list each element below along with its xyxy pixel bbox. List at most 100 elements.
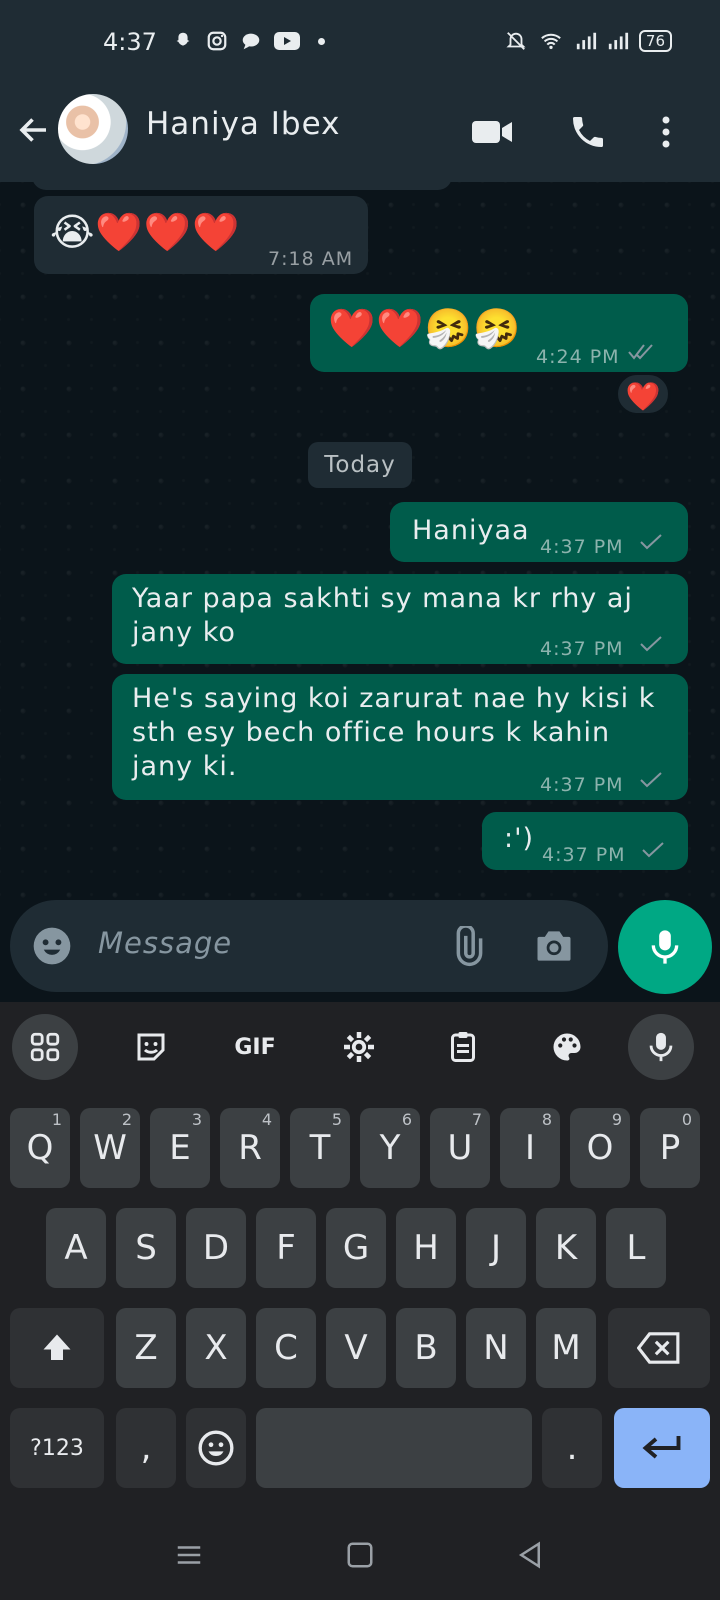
key-v[interactable]: V xyxy=(326,1308,386,1388)
period-key[interactable]: . xyxy=(542,1408,602,1488)
key-hint: 8 xyxy=(541,1110,552,1129)
shift-key[interactable] xyxy=(10,1308,104,1388)
key-hint: 5 xyxy=(331,1110,342,1129)
key-r[interactable]: R4 xyxy=(220,1108,280,1188)
emoji-key[interactable] xyxy=(186,1408,246,1488)
key-n[interactable]: N xyxy=(466,1308,526,1388)
key-o[interactable]: O9 xyxy=(570,1108,630,1188)
back-arrow-icon[interactable] xyxy=(16,112,52,148)
enter-icon xyxy=(642,1436,681,1459)
backspace-icon xyxy=(637,1332,680,1364)
chat-area[interactable]: 😭❤️❤️❤️ 7:18 AM ❤️❤️🤧🤧 4:24 PM ❤️ Today … xyxy=(0,182,720,900)
message-input[interactable]: Message xyxy=(98,926,232,960)
voice-message-button[interactable] xyxy=(618,900,712,994)
instagram-icon xyxy=(207,31,227,51)
gif-button[interactable]: GIF xyxy=(222,1014,288,1080)
voice-call-icon[interactable] xyxy=(566,112,610,152)
message-time: 4:37 PM xyxy=(540,774,624,796)
message-bubble-outgoing[interactable]: He's saying koi zarurat nae hy kisi k st… xyxy=(112,674,688,800)
message-bubble-incoming[interactable]: 😭❤️❤️❤️ 7:18 AM xyxy=(34,196,368,274)
wifi-icon xyxy=(541,33,561,50)
key-g[interactable]: G xyxy=(326,1208,386,1288)
signal-icon xyxy=(576,32,596,50)
key-y[interactable]: Y6 xyxy=(360,1108,420,1188)
nav-back-icon[interactable] xyxy=(515,1540,545,1570)
backspace-key[interactable] xyxy=(608,1308,710,1388)
battery-icon: 76 xyxy=(638,30,672,52)
key-b[interactable]: B xyxy=(396,1308,456,1388)
sent-tick-icon xyxy=(640,534,662,550)
comma-key[interactable]: , xyxy=(116,1408,176,1488)
key-hint: 7 xyxy=(471,1110,482,1129)
settings-button[interactable] xyxy=(326,1014,392,1080)
camera-icon[interactable] xyxy=(532,924,576,968)
sent-tick-icon xyxy=(642,842,664,858)
key-i[interactable]: I8 xyxy=(500,1108,560,1188)
theme-button[interactable] xyxy=(534,1014,600,1080)
key-m[interactable]: M xyxy=(536,1308,596,1388)
sent-tick-icon xyxy=(640,636,662,652)
key-label: O xyxy=(586,1128,614,1168)
key-hint: 3 xyxy=(191,1110,202,1129)
key-label: P xyxy=(659,1128,681,1168)
key-hint: 1 xyxy=(51,1110,62,1129)
message-bubble-outgoing[interactable]: ❤️❤️🤧🤧 4:24 PM xyxy=(310,294,688,372)
apps-grid-icon xyxy=(30,1032,60,1062)
message-text-line: Yaar papa sakhti sy mana kr rhy aj xyxy=(132,583,633,614)
signal-icon xyxy=(608,32,628,50)
apps-grid-button[interactable] xyxy=(12,1014,78,1080)
key-l[interactable]: L xyxy=(606,1208,666,1288)
key-label: W xyxy=(93,1128,127,1168)
status-time: 4:37 xyxy=(103,28,157,56)
key-e[interactable]: E3 xyxy=(150,1108,210,1188)
key-s[interactable]: S xyxy=(116,1208,176,1288)
more-options-icon[interactable] xyxy=(656,112,676,152)
enter-key[interactable] xyxy=(614,1408,710,1488)
key-u[interactable]: U7 xyxy=(430,1108,490,1188)
key-x[interactable]: X xyxy=(186,1308,246,1388)
message-bubble-outgoing[interactable]: :') 4:37 PM xyxy=(482,812,688,870)
key-hint: 6 xyxy=(401,1110,412,1129)
key-label: U xyxy=(447,1128,473,1168)
key-p[interactable]: P0 xyxy=(640,1108,700,1188)
nav-menu-icon[interactable] xyxy=(174,1540,204,1570)
message-composer[interactable]: Message xyxy=(10,900,608,992)
space-key[interactable] xyxy=(256,1408,532,1488)
sticker-button[interactable] xyxy=(118,1014,184,1080)
message-bubble-outgoing[interactable]: Yaar papa sakhti sy mana kr rhy aj jany … xyxy=(112,574,688,664)
key-f[interactable]: F xyxy=(256,1208,316,1288)
settings-icon xyxy=(344,1032,374,1062)
key-label: E xyxy=(169,1128,191,1168)
clipboard-button[interactable] xyxy=(430,1014,496,1080)
message-time: 4:37 PM xyxy=(540,638,624,660)
message-time: 4:37 PM xyxy=(542,844,626,866)
reaction-badge[interactable]: ❤️ xyxy=(615,372,671,416)
emoji-icon[interactable] xyxy=(30,924,74,968)
message-text: ❤️❤️🤧🤧 xyxy=(328,306,522,350)
video-call-icon[interactable] xyxy=(470,112,514,152)
attach-icon[interactable] xyxy=(446,926,488,968)
chat-header: Haniya Ibex xyxy=(0,90,720,182)
key-z[interactable]: Z xyxy=(116,1308,176,1388)
key-c[interactable]: C xyxy=(256,1308,316,1388)
message-time: 7:18 AM xyxy=(268,248,354,270)
message-bubble-outgoing[interactable]: Haniyaa 4:37 PM xyxy=(390,502,688,562)
key-t[interactable]: T5 xyxy=(290,1108,350,1188)
nav-home-icon[interactable] xyxy=(345,1540,375,1570)
avatar[interactable] xyxy=(58,94,128,164)
key-w[interactable]: W2 xyxy=(80,1108,140,1188)
clipboard-icon xyxy=(451,1032,475,1062)
voice-input-button[interactable] xyxy=(628,1014,694,1080)
key-label: R xyxy=(238,1128,262,1168)
symbols-key[interactable]: ?123 xyxy=(10,1408,104,1488)
key-k[interactable]: K xyxy=(536,1208,596,1288)
key-a[interactable]: A xyxy=(46,1208,106,1288)
keyboard-toolbar: GIF xyxy=(0,1002,720,1088)
contact-name[interactable]: Haniya Ibex xyxy=(146,106,340,142)
message-text-line: He's saying koi zarurat nae hy kisi k xyxy=(132,683,656,714)
key-j[interactable]: J xyxy=(466,1208,526,1288)
key-d[interactable]: D xyxy=(186,1208,246,1288)
key-q[interactable]: Q1 xyxy=(10,1108,70,1188)
key-h[interactable]: H xyxy=(396,1208,456,1288)
message-time: 4:24 PM xyxy=(536,346,620,368)
